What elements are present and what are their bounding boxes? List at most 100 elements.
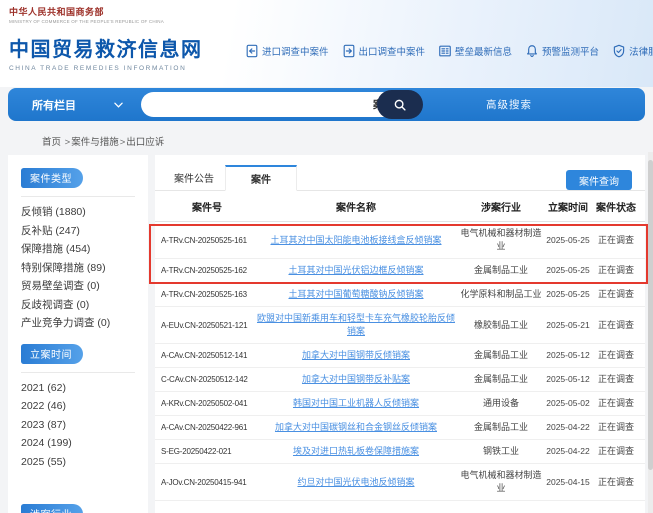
case-industry: 通用设备: [459, 397, 543, 410]
case-status: 正在调查: [593, 288, 639, 301]
ministry-name-en: MINISTRY OF COMMERCE OF THE PEOPLE'S REP…: [9, 19, 164, 24]
case-number: A-KRv.CN-20250502-041: [161, 397, 253, 410]
filter-industry-competitiveness[interactable]: 产业竞争力调查 (0): [21, 314, 135, 333]
scrollbar-thumb[interactable]: [648, 160, 653, 470]
case-status: 正在调查: [593, 373, 639, 386]
export-case-icon: [342, 44, 356, 58]
scrollbar-track[interactable]: [648, 152, 653, 513]
site-logo[interactable]: 中国贸易救济信息网 CHINA TRADE REMEDIES INFORMATI…: [9, 33, 203, 72]
sidebar: 案件类型 反倾销 (1880) 反补贴 (247) 保障措施 (454) 特别保…: [8, 155, 148, 513]
case-number: A-CAv.CN-20250422-961: [161, 421, 253, 434]
case-status: 正在调查: [593, 349, 639, 362]
case-status: 正在调查: [593, 319, 639, 332]
case-date: 2025-05-21: [543, 319, 593, 332]
ministry-name: 中华人民共和国商务部: [9, 5, 164, 18]
case-date: 2025-04-15: [543, 476, 593, 489]
tab-cases[interactable]: 案件: [225, 165, 297, 191]
breadcrumb-export-response[interactable]: 出口应诉: [126, 137, 164, 148]
case-status: 正在调查: [593, 421, 639, 434]
barrier-news-icon: [438, 44, 452, 58]
filter-antidiscrimination[interactable]: 反歧视调查 (0): [21, 296, 135, 315]
case-date: 2025-05-12: [543, 349, 593, 362]
filter-year-2021[interactable]: 2021 (62): [21, 379, 135, 398]
case-link[interactable]: 加拿大对中国钢带反倾销案: [253, 349, 459, 362]
breadcrumb-cases-measures[interactable]: 案件与措施: [71, 137, 119, 148]
search-button[interactable]: [377, 90, 423, 119]
table-row: A-EUv.CN-20250521-121 欧盟对中国新乘用车和轻型卡车充气橡胶…: [155, 307, 645, 344]
filter-year-2024[interactable]: 2024 (199): [21, 434, 135, 453]
case-date: 2025-05-25: [543, 264, 593, 277]
filter-trade-barrier[interactable]: 贸易壁垒调查 (0): [21, 277, 135, 296]
case-link[interactable]: 欧盟对中国新乘用车和轻型卡车充气橡胶轮胎反倾销案: [253, 312, 459, 338]
case-link[interactable]: 加拿大对中国钢带反补贴案: [253, 373, 459, 386]
case-date: 2025-05-25: [543, 288, 593, 301]
case-date: 2025-05-02: [543, 397, 593, 410]
nav-barrier-news[interactable]: 壁垒最新信息: [438, 44, 512, 58]
chevron-down-icon: [114, 102, 123, 108]
case-query-button[interactable]: 案件查询: [566, 170, 632, 190]
filter-safeguard[interactable]: 保障措施 (454): [21, 240, 135, 259]
sidebar-section-title: 案件类型: [21, 168, 83, 188]
case-panel: 案件公告 案件 案件查询 案件号 案件名称 涉案行业 立案时间 案件状态 A-T…: [155, 155, 645, 513]
case-link[interactable]: 埃及对进口热轧板卷保障措施案: [253, 445, 459, 458]
case-industry: 金属制品工业: [459, 373, 543, 386]
site-title-en: CHINA TRADE REMEDIES INFORMATION: [9, 65, 203, 72]
case-industry: 金属制品工业: [459, 421, 543, 434]
advanced-search-link[interactable]: 高级搜索: [486, 88, 532, 121]
page: 中华人民共和国商务部 MINISTRY OF COMMERCE OF THE P…: [0, 0, 653, 513]
filter-year-2023[interactable]: 2023 (87): [21, 416, 135, 435]
search-input[interactable]: [153, 94, 373, 115]
category-dropdown-value: 所有栏目: [32, 97, 76, 113]
import-case-icon: [245, 44, 259, 58]
nav-alert-platform[interactable]: 预警监测平台: [525, 44, 599, 58]
category-dropdown[interactable]: 所有栏目: [8, 97, 123, 113]
breadcrumb-home[interactable]: 首页: [42, 137, 61, 148]
sidebar-section-title: 涉案行业: [21, 504, 83, 513]
case-link[interactable]: 土耳其对中国太阳能电池板接线盒反倾销案: [253, 234, 459, 247]
case-number: A-TRv.CN-20250525-161: [161, 234, 253, 247]
table-row: A-JOv.CN-20250415-941 约旦对中国光伏电池反倾销案 电气机械…: [155, 464, 645, 501]
filter-special-safeguard[interactable]: 特别保障措施 (89): [21, 259, 135, 278]
nav-export-cases[interactable]: 出口调查中案件: [342, 44, 426, 58]
table-header: 案件号 案件名称 涉案行业 立案时间 案件状态: [155, 191, 645, 222]
col-status: 案件状态: [593, 199, 639, 214]
case-link[interactable]: 土耳其对中国葡萄糖酸钠反倾销案: [253, 288, 459, 301]
col-industry: 涉案行业: [459, 199, 543, 214]
case-link[interactable]: 土耳其对中国光伏铝边框反倾销案: [253, 264, 459, 277]
filter-year-2022[interactable]: 2022 (46): [21, 397, 135, 416]
case-date: 2025-05-12: [543, 373, 593, 386]
case-industry: 钢铁工业: [459, 445, 543, 458]
nav-label: 壁垒最新信息: [455, 44, 512, 58]
legal-shield-icon: [612, 44, 626, 58]
site-header: 中华人民共和国商务部 MINISTRY OF COMMERCE OF THE P…: [0, 0, 653, 87]
case-industry: 橡胶制品工业: [459, 319, 543, 332]
filter-antisubsidy[interactable]: 反补贴 (247): [21, 222, 135, 241]
nav-legal-platform[interactable]: 法律服务平台: [612, 44, 653, 58]
breadcrumb: 首页 >案件与措施>出口应诉: [42, 134, 164, 148]
sidebar-section-title: 立案时间: [21, 344, 83, 364]
case-link[interactable]: 加拿大对中国碳钢丝和合金钢丝反倾销案: [253, 421, 459, 434]
case-number: A-CAv.CN-20250512-141: [161, 349, 253, 362]
case-date: 2025-04-22: [543, 445, 593, 458]
table-row: A-CAv.CN-20250512-141 加拿大对中国钢带反倾销案 金属制品工…: [155, 344, 645, 368]
case-industry: 电气机械和器材制造业: [459, 227, 543, 253]
tab-case-announcements[interactable]: 案件公告: [163, 164, 225, 190]
nav-label: 出口调查中案件: [359, 44, 426, 58]
case-number: A-JOv.CN-20250415-941: [161, 476, 253, 489]
case-link[interactable]: 韩国对中国工业机器人反倾销案: [253, 397, 459, 410]
table-row: A-KRv.CN-20250502-041 韩国对中国工业机器人反倾销案 通用设…: [155, 392, 645, 416]
col-case-name: 案件名称: [253, 199, 459, 214]
case-industry: 金属制品工业: [459, 349, 543, 362]
table-row: A-TRv.CN-20250525-161 土耳其对中国太阳能电池板接线盒反倾销…: [155, 222, 645, 259]
site-title[interactable]: 中国贸易救济信息网: [9, 33, 203, 62]
sidebar-section-industry: 涉案行业 化学原料和制品工业 (491): [8, 493, 148, 513]
case-status: 正在调查: [593, 234, 639, 247]
breadcrumb-separator: >: [65, 137, 71, 148]
nav-import-cases[interactable]: 进口调查中案件: [245, 44, 329, 58]
case-status: 正在调查: [593, 264, 639, 277]
sidebar-section-case-type: 案件类型 反倾销 (1880) 反补贴 (247) 保障措施 (454) 特别保…: [8, 155, 148, 333]
case-industry: 化学原料和制品工业: [459, 288, 543, 301]
case-link[interactable]: 约旦对中国光伏电池反倾销案: [253, 476, 459, 489]
filter-year-2025[interactable]: 2025 (55): [21, 453, 135, 472]
filter-antidumping[interactable]: 反倾销 (1880): [21, 203, 135, 222]
